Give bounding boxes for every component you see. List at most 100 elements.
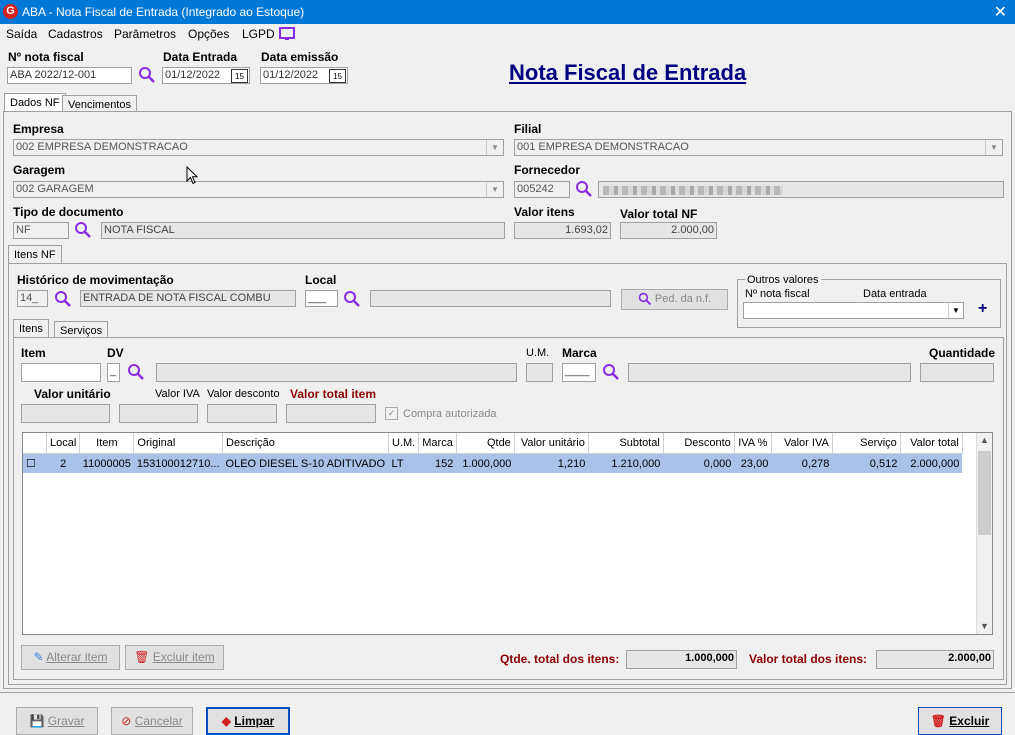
vertical-scrollbar[interactable]: ▲ ▼ — [976, 433, 992, 634]
menu-parametros[interactable]: Parâmetros — [114, 27, 176, 41]
cell-um: LT — [388, 453, 419, 473]
valor-total-item-input[interactable] — [286, 404, 376, 423]
fornecedor-code-input[interactable]: 005242 — [514, 181, 570, 198]
column-header[interactable]: Serviço — [832, 433, 901, 454]
column-header[interactable]: Valor unitário — [514, 433, 589, 454]
chevron-down-icon[interactable]: ▼ — [985, 140, 1002, 155]
garagem-select[interactable]: 002 GARAGEM ▼ — [13, 181, 504, 198]
cancel-icon: ⊘ — [121, 714, 132, 728]
um-label: U.M. — [526, 347, 550, 359]
column-header[interactable] — [23, 433, 47, 454]
chevron-down-icon[interactable]: ▼ — [486, 140, 503, 155]
row-checkbox[interactable]: ☐ — [23, 453, 47, 473]
valor-desconto-input[interactable] — [207, 404, 277, 423]
search-icon[interactable] — [127, 363, 145, 381]
table-row[interactable]: ☐ 2 11000005 153100012710... OLEO DIESEL… — [23, 453, 963, 473]
menu-lgpd[interactable]: LGPD — [242, 27, 275, 41]
item-label: Item — [21, 346, 46, 360]
excluir-item-button[interactable]: 🗑 Excluir item — [125, 645, 224, 670]
column-header[interactable]: Descrição — [222, 433, 390, 454]
add-icon[interactable]: + — [978, 300, 987, 318]
ped-nf-button[interactable]: Ped. da n.f. — [621, 289, 728, 310]
excluir-button[interactable]: 🗑 Excluir — [918, 707, 1002, 735]
tab-dados-nf[interactable]: Dados NF — [4, 93, 66, 112]
empresa-value: 002 EMPRESA DEMONSTRACAO — [16, 141, 188, 153]
tab-itens-nf[interactable]: Itens NF — [8, 245, 62, 264]
menu-saida[interactable]: Saída — [6, 27, 37, 41]
search-icon[interactable] — [575, 180, 593, 198]
column-header[interactable]: Valor IVA — [771, 433, 833, 454]
calendar-icon[interactable]: 15 — [231, 69, 248, 83]
filial-select[interactable]: 001 EMPRESA DEMONSTRACAO ▼ — [514, 139, 1003, 156]
gravar-button[interactable]: 💾 Gravar — [16, 707, 98, 735]
local-code-input[interactable]: ___ — [305, 290, 338, 307]
valor-iva-input[interactable] — [119, 404, 198, 423]
items-table[interactable]: Local Item Original Descrição U.M. Marca… — [22, 432, 993, 635]
search-icon[interactable] — [602, 363, 620, 381]
column-header[interactable]: Local — [46, 433, 81, 454]
column-header[interactable]: Valor total — [900, 433, 963, 454]
column-header[interactable]: U.M. — [388, 433, 420, 454]
search-icon[interactable] — [343, 290, 361, 308]
trash-icon: 🗑 — [134, 650, 150, 664]
column-header[interactable]: Desconto — [663, 433, 735, 454]
cancelar-button[interactable]: ⊘ Cancelar — [111, 707, 193, 735]
data-emissao-label: Data emissão — [261, 50, 339, 64]
search-icon[interactable] — [74, 221, 92, 239]
scroll-up-icon[interactable]: ▲ — [980, 435, 989, 445]
outros-data-label: Data entrada — [863, 288, 927, 300]
marca-label: Marca — [562, 346, 597, 360]
tab-vencimentos[interactable]: Vencimentos — [62, 95, 137, 112]
chevron-down-icon[interactable]: ▼ — [948, 303, 963, 318]
valor-unitario-input[interactable] — [21, 404, 110, 423]
limpar-button[interactable]: ◆ Limpar — [206, 707, 290, 735]
menu-bar: Saída Cadastros Parâmetros Opções LGPD — [0, 24, 1015, 44]
outros-valores-label: Outros valores — [745, 274, 821, 286]
scroll-thumb[interactable] — [978, 451, 991, 535]
cell-local: 2 — [46, 453, 80, 473]
excluir-item-label: Excluir item — [152, 650, 215, 664]
item-input[interactable] — [21, 363, 101, 382]
menu-opcoes[interactable]: Opções — [188, 27, 229, 41]
column-header[interactable]: Item — [79, 433, 135, 454]
column-header[interactable]: Original — [133, 433, 224, 454]
column-header[interactable]: IVA % — [734, 433, 772, 454]
cell-marca: 152 — [418, 453, 457, 473]
column-header[interactable]: Qtde — [456, 433, 515, 454]
dv-input[interactable]: _ — [107, 363, 120, 382]
blurred-supplier-name — [603, 186, 783, 195]
alterar-item-button[interactable]: ✎ Alterar item — [21, 645, 120, 670]
tipo-documento-input[interactable]: NF — [13, 222, 69, 239]
window-title: ABA - Nota Fiscal de Entrada (Integrado … — [22, 5, 305, 19]
fornecedor-name-input[interactable] — [598, 181, 1004, 198]
scroll-down-icon[interactable]: ▼ — [980, 621, 989, 631]
menu-cadastros[interactable]: Cadastros — [48, 27, 103, 41]
empresa-select[interactable]: 002 EMPRESA DEMONSTRACAO ▼ — [13, 139, 504, 156]
marca-input[interactable]: ____ — [562, 363, 596, 382]
valor-total-itens-value: 2.000,00 — [876, 650, 994, 669]
column-header[interactable]: Marca — [418, 433, 457, 454]
search-icon[interactable] — [138, 66, 156, 84]
outros-nota-select[interactable]: ▼ — [743, 302, 964, 319]
tab-servicos[interactable]: Serviços — [54, 321, 109, 338]
cell-valor-total: 2.000,000 — [900, 453, 963, 473]
column-header[interactable]: Subtotal — [588, 433, 664, 454]
historico-code-input[interactable]: 14_ — [17, 290, 48, 307]
dv-label: DV — [107, 346, 124, 360]
valor-total-nf-label: Valor total NF — [620, 207, 698, 221]
cell-iva-pct: 23,00 — [734, 453, 772, 473]
monitor-icon[interactable] — [279, 27, 295, 41]
trash-icon: 🗑 — [930, 714, 946, 728]
valor-total-itens-label: Valor total dos itens: — [749, 652, 868, 666]
nota-fiscal-input[interactable]: ABA 2022/12-001 — [7, 67, 132, 84]
garagem-value: 002 GARAGEM — [16, 183, 94, 195]
search-icon[interactable] — [54, 290, 72, 308]
cell-valor-unitario: 1,210 — [514, 453, 589, 473]
quantidade-input[interactable] — [920, 363, 994, 382]
tab-itens[interactable]: Itens — [13, 319, 49, 338]
compra-autorizada-checkbox[interactable]: ✓ — [385, 407, 398, 420]
close-icon[interactable]: ✕ — [994, 2, 1007, 22]
calendar-icon[interactable]: 15 — [329, 69, 346, 83]
chevron-down-icon[interactable]: ▼ — [486, 182, 503, 197]
valor-iva-label: Valor IVA — [155, 388, 200, 400]
